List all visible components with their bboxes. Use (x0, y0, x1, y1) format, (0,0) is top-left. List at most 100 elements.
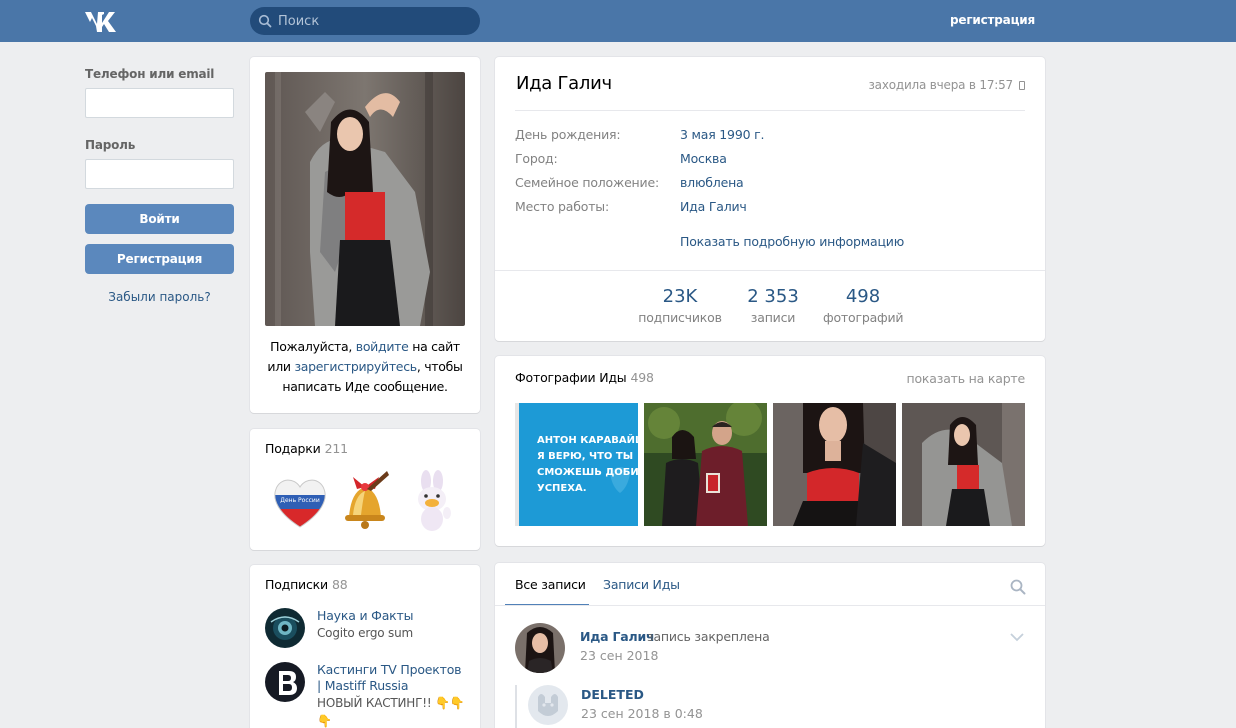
login-button[interactable]: Войти (85, 204, 234, 234)
info-row-relationship: Семейное положение: влюблена (515, 175, 1025, 199)
repost-bar (515, 685, 517, 728)
avatar-card: Пожалуйста, войдите на сайт или зарегист… (250, 57, 480, 413)
last-seen-text: заходила вчера в 17:57 (868, 78, 1013, 92)
register-button[interactable]: Регистрация (85, 244, 234, 274)
search-input[interactable] (278, 7, 474, 35)
counter-number: 498 (845, 286, 881, 307)
divider (495, 605, 1045, 606)
gifts-title: Подарки (265, 441, 321, 456)
info-key: Город: (515, 151, 558, 166)
photo-thumbnail[interactable] (773, 403, 896, 526)
info-value[interactable]: Ида Галич (680, 199, 747, 214)
vk-logo-icon[interactable] (84, 10, 118, 32)
photos-header[interactable]: Фотографии Иды 498 (515, 370, 654, 385)
counter-label: подписчиков (638, 310, 722, 325)
info-value[interactable]: Москва (680, 151, 727, 166)
counter-posts[interactable]: 2 353 записи (738, 286, 808, 328)
photo-thumbnail[interactable]: АНТОН КАРАВАЙЦЕВ Я ВЕРЮ, ЧТО ТЫ СМОЖЕШЬ … (515, 403, 638, 526)
subscriptions-count: 88 (331, 577, 348, 592)
counter-label: записи (750, 310, 796, 325)
gifts-card: Подарки 211 День России (250, 429, 480, 550)
gifts-header[interactable]: Подарки 211 (265, 441, 348, 456)
subscription-desc: НОВЫЙ КАСТИНГ!! 👇👇👇 (317, 696, 465, 728)
counter-photos[interactable]: 498 фотографий (823, 286, 904, 328)
info-value[interactable]: влюблена (680, 175, 744, 190)
profile-info: День рождения: 3 мая 1990 г. Город: Моск… (515, 127, 1025, 223)
login-form: Телефон или email Пароль Войти Регистрац… (85, 67, 234, 304)
photo-thumbnail[interactable] (644, 403, 767, 526)
photos-title: Фотографии Иды (515, 370, 627, 385)
phone-label: Телефон или email (85, 67, 215, 81)
photo-thumbnail[interactable] (902, 403, 1025, 526)
info-key: День рождения: (515, 127, 621, 142)
tab-own-posts[interactable]: Записи Иды (603, 577, 680, 592)
mobile-phone-icon (1019, 81, 1025, 90)
subscription-name[interactable]: Наука и Факты Cogito ergo sum (317, 608, 467, 642)
info-row-birthday: День рождения: 3 мая 1990 г. (515, 127, 1025, 151)
subscription-avatar[interactable] (265, 608, 305, 648)
search-icon[interactable] (1010, 579, 1026, 595)
chevron-down-icon[interactable] (1010, 633, 1024, 642)
counter-label: фотографий (823, 310, 904, 325)
show-more-info-link[interactable]: Показать подробную информацию (680, 234, 904, 249)
divider (495, 270, 1045, 271)
profile-photo-image (265, 72, 465, 326)
show-on-map-link[interactable]: показать на карте (907, 371, 1026, 386)
profile-photo[interactable] (265, 72, 465, 326)
header-register-link[interactable]: регистрация (950, 13, 1035, 27)
search-icon (258, 14, 272, 28)
post-author-avatar[interactable] (515, 623, 565, 673)
subscription-title[interactable]: Кастинги TV Проектов | Mastiff Russia (317, 662, 462, 693)
wall-card: Все записи Записи Иды Ида Галич запись з… (495, 563, 1045, 728)
banner-line: СМОЖЕШЬ ДОБИТЬСЯ (537, 467, 638, 478)
search-box[interactable] (250, 7, 480, 35)
login-prompt: Пожалуйста, войдите на сайт или зарегист… (260, 337, 470, 397)
subscription-title[interactable]: Наука и Факты (317, 608, 413, 623)
info-key: Семейное положение: (515, 175, 659, 190)
deleted-user-avatar[interactable] (528, 685, 568, 725)
password-label: Пароль (85, 138, 136, 152)
gift-text: День России (280, 497, 320, 504)
counter-number: 23K (662, 286, 698, 307)
post-author-link[interactable]: Ида Галич (580, 629, 655, 644)
banner-line: Я ВЕРЮ, ЧТО ТЫ (537, 451, 633, 462)
repost-date[interactable]: 23 сен 2018 в 0:48 (581, 706, 703, 721)
phone-email-field[interactable] (85, 88, 234, 118)
info-row-city: Город: Москва (515, 151, 1025, 175)
info-row-work: Место работы: Ида Галич (515, 199, 1025, 223)
post-date[interactable]: 23 сен 2018 (580, 648, 658, 663)
subscriptions-header[interactable]: Подписки 88 (265, 577, 348, 592)
photos-count: 498 (630, 370, 654, 385)
profile-card: Ида Галич заходила вчера в 17:57 День ро… (495, 57, 1045, 341)
subscription-desc: Cogito ergo sum (317, 626, 413, 640)
bunny-gift-icon[interactable] (400, 469, 460, 533)
prompt-text: Пожалуйста, (270, 339, 353, 354)
forgot-password-link[interactable]: Забыли пароль? (85, 290, 234, 304)
last-seen: заходила вчера в 17:57 (868, 78, 1025, 92)
quote-banner-image: АНТОН КАРАВАЙЦЕВ Я ВЕРЮ, ЧТО ТЫ СМОЖЕШЬ … (515, 403, 638, 526)
counter-followers[interactable]: 23K подписчиков (635, 286, 725, 328)
info-value[interactable]: 3 мая 1990 г. (680, 127, 764, 142)
deleted-dog-icon (528, 685, 568, 725)
subscription-name[interactable]: Кастинги TV Проектов | Mastiff Russia НО… (317, 662, 467, 728)
repost-author-link[interactable]: DELETED (581, 687, 644, 702)
gifts-count: 211 (324, 441, 348, 456)
prompt-register-link[interactable]: зарегистрируйтесь (294, 359, 417, 374)
photos-card: Фотографии Иды 498 показать на карте АНТО… (495, 356, 1045, 546)
divider (515, 110, 1025, 111)
tab-all-posts[interactable]: Все записи (515, 577, 586, 592)
heart-russia-gift-icon[interactable]: День России (270, 469, 330, 533)
bell-gift-icon[interactable] (335, 469, 395, 533)
counter-number: 2 353 (747, 286, 799, 307)
subscriptions-card: Подписки 88 Наука и Факты Cogito ergo sum (250, 565, 480, 728)
prompt-login-link[interactable]: войдите (356, 339, 409, 354)
banner-line: АНТОН КАРАВАЙЦЕВ (537, 433, 638, 446)
subscription-avatar[interactable] (265, 662, 305, 702)
profile-name: Ида Галич (516, 73, 612, 94)
subscriptions-title: Подписки (265, 577, 328, 592)
info-key: Место работы: (515, 199, 609, 214)
banner-line: УСПЕХА. (537, 483, 587, 494)
post-pinned-label: запись закреплена (647, 629, 770, 644)
top-header: регистрация (0, 0, 1236, 42)
password-field[interactable] (85, 159, 234, 189)
